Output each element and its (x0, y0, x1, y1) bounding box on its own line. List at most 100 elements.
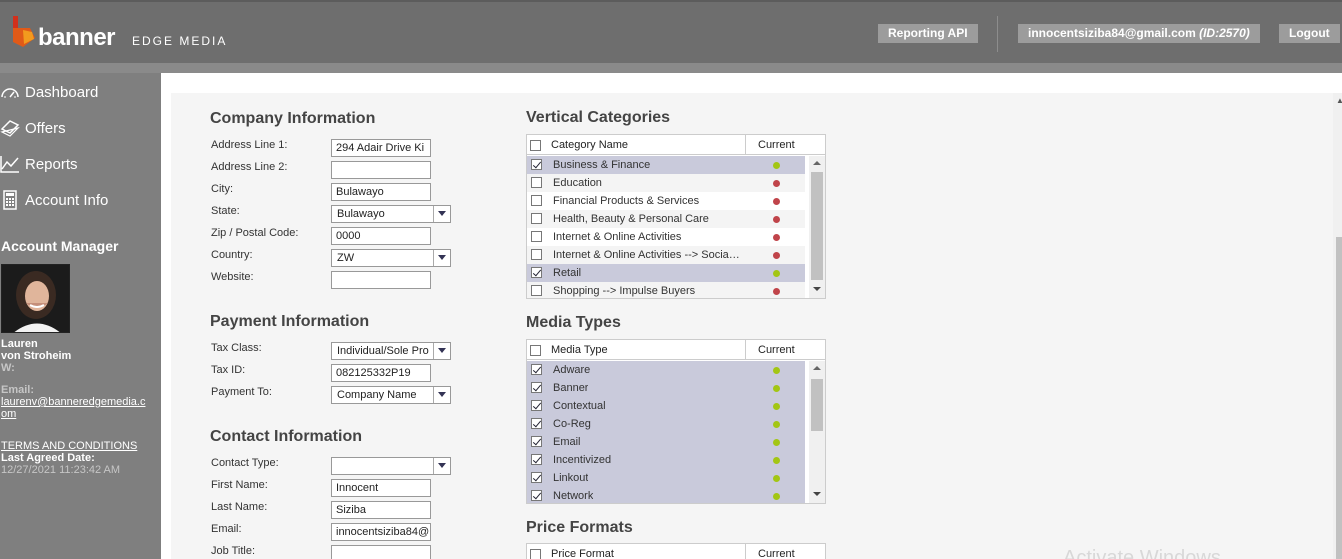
row-checkbox[interactable] (531, 231, 542, 242)
list-item[interactable]: Co-Reg (527, 415, 805, 433)
list-item[interactable]: Education (527, 174, 805, 192)
first-name-input[interactable]: Innocent (331, 479, 431, 497)
vertical-scroll-thumb[interactable] (811, 172, 823, 280)
row-checkbox[interactable] (531, 472, 542, 483)
row-checkbox[interactable] (531, 400, 542, 411)
row-checkbox[interactable] (531, 490, 542, 501)
list-item[interactable]: Financial Products & Services (527, 192, 805, 210)
zip-input[interactable]: 0000 (331, 227, 431, 245)
row-checkbox[interactable] (531, 418, 542, 429)
chevron-down-icon[interactable] (433, 206, 450, 222)
status-dot-icon (773, 421, 780, 428)
top-header: banner EDGE MEDIA Reporting API innocent… (0, 0, 1342, 63)
state-select[interactable]: Bulawayo (331, 205, 451, 223)
list-item[interactable]: Contextual (527, 397, 805, 415)
row-checkbox[interactable] (531, 436, 542, 447)
vertical-select-all-checkbox[interactable] (530, 140, 541, 151)
payment-to-select[interactable]: Company Name (331, 386, 451, 404)
chevron-down-icon[interactable] (433, 458, 450, 474)
chevron-down-icon[interactable] (433, 250, 450, 266)
list-item[interactable]: Banner (527, 379, 805, 397)
list-item[interactable]: Retail (527, 264, 805, 282)
row-checkbox[interactable] (531, 177, 542, 188)
list-item[interactable]: Email (527, 433, 805, 451)
row-label: Linkout (553, 472, 589, 484)
price-select-all-checkbox[interactable] (530, 549, 541, 559)
row-checkbox[interactable] (531, 213, 542, 224)
list-item[interactable]: Network (527, 487, 805, 503)
row-checkbox[interactable] (531, 382, 542, 393)
scroll-down-icon[interactable] (813, 287, 821, 291)
list-item[interactable]: Adware (527, 361, 805, 379)
nav-offers[interactable]: Offers (0, 117, 66, 139)
vertical-list-scrollbar[interactable] (809, 156, 825, 298)
header-band (0, 63, 1342, 73)
contact-email-input[interactable]: innocentsiziba84@ (331, 523, 431, 541)
scroll-down-icon[interactable] (813, 492, 821, 496)
country-select[interactable]: ZW (331, 249, 451, 267)
row-checkbox[interactable] (531, 159, 542, 170)
logo-mark-icon (13, 16, 35, 47)
last-name-label: Last Name: (211, 501, 268, 513)
nav-account-info[interactable]: Account Info (0, 189, 108, 211)
website-input[interactable] (331, 271, 431, 289)
manager-phone-label: W: (1, 362, 15, 374)
address2-input[interactable] (331, 161, 431, 179)
list-item[interactable]: Internet & Online Activities (527, 228, 805, 246)
tax-id-input[interactable]: 082125332P19 (331, 364, 431, 382)
scroll-up-icon[interactable] (813, 366, 821, 370)
row-checkbox[interactable] (531, 267, 542, 278)
user-id: (ID:2570) (1199, 26, 1250, 40)
status-dot-icon (773, 234, 780, 241)
manager-email-link-wrap[interactable]: om (1, 408, 16, 420)
chevron-down-icon[interactable] (433, 387, 450, 403)
media-col-name: Media Type (551, 344, 608, 356)
contact-info-title: Contact Information (210, 428, 362, 445)
status-dot-icon (773, 198, 780, 205)
payment-to-select-value: Company Name (337, 389, 417, 401)
media-scroll-thumb[interactable] (811, 379, 823, 431)
address1-input[interactable]: 294 Adair Drive Ki (331, 139, 431, 157)
row-checkbox[interactable] (531, 285, 542, 296)
list-item[interactable]: Health, Beauty & Personal Care (527, 210, 805, 228)
manager-email-link[interactable]: laurenv@banneredgemedia.c (1, 396, 145, 408)
list-item[interactable]: Incentivized (527, 451, 805, 469)
nav-dashboard[interactable]: Dashboard (0, 81, 98, 103)
country-select-value: ZW (337, 252, 355, 264)
list-item[interactable]: Linkout (527, 469, 805, 487)
terms-link[interactable]: TERMS AND CONDITIONS (1, 440, 137, 452)
list-item[interactable]: Shopping --> Impulse Buyers (527, 282, 805, 298)
scroll-up-arrow-icon[interactable]: ▲ (1336, 96, 1342, 105)
row-label: Internet & Online Activities (553, 231, 682, 243)
media-select-all-checkbox[interactable] (530, 345, 541, 356)
price-col-current: Current (745, 544, 805, 559)
row-checkbox[interactable] (531, 454, 542, 465)
sidebar: Dashboard Offers Reports Account Info Ac… (0, 73, 161, 559)
job-title-label: Job Title: (211, 545, 256, 557)
row-checkbox[interactable] (531, 195, 542, 206)
tax-class-select-value: Individual/Sole Pro (337, 345, 429, 357)
row-label: Network (553, 490, 594, 502)
row-checkbox[interactable] (531, 364, 542, 375)
user-account-button[interactable]: innocentsiziba84@gmail.com (ID:2570) (1018, 24, 1260, 43)
city-input[interactable]: Bulawayo (331, 183, 431, 201)
logout-button[interactable]: Logout (1279, 24, 1340, 43)
tax-class-select[interactable]: Individual/Sole Pro (331, 342, 451, 360)
price-formats-title: Price Formats (526, 519, 633, 536)
calculator-icon (3, 190, 17, 210)
reporting-api-button[interactable]: Reporting API (878, 24, 978, 43)
scroll-up-icon[interactable] (813, 161, 821, 165)
last-agreed-value: 12/27/2021 11:23:42 AM (1, 464, 121, 476)
list-item[interactable]: Business & Finance (527, 156, 805, 174)
job-title-input[interactable] (331, 545, 431, 559)
list-item[interactable]: Internet & Online Activities --> Social … (527, 246, 805, 264)
page-scroll-thumb[interactable] (1336, 237, 1342, 559)
contact-type-select[interactable] (331, 457, 451, 475)
chevron-down-icon[interactable] (433, 343, 450, 359)
media-list-scrollbar[interactable] (809, 361, 825, 503)
row-checkbox[interactable] (531, 249, 542, 260)
media-list-header: Media Type Current (527, 340, 825, 360)
last-name-input[interactable]: Siziba (331, 501, 431, 519)
status-dot-icon (773, 457, 780, 464)
nav-reports[interactable]: Reports (0, 153, 78, 175)
